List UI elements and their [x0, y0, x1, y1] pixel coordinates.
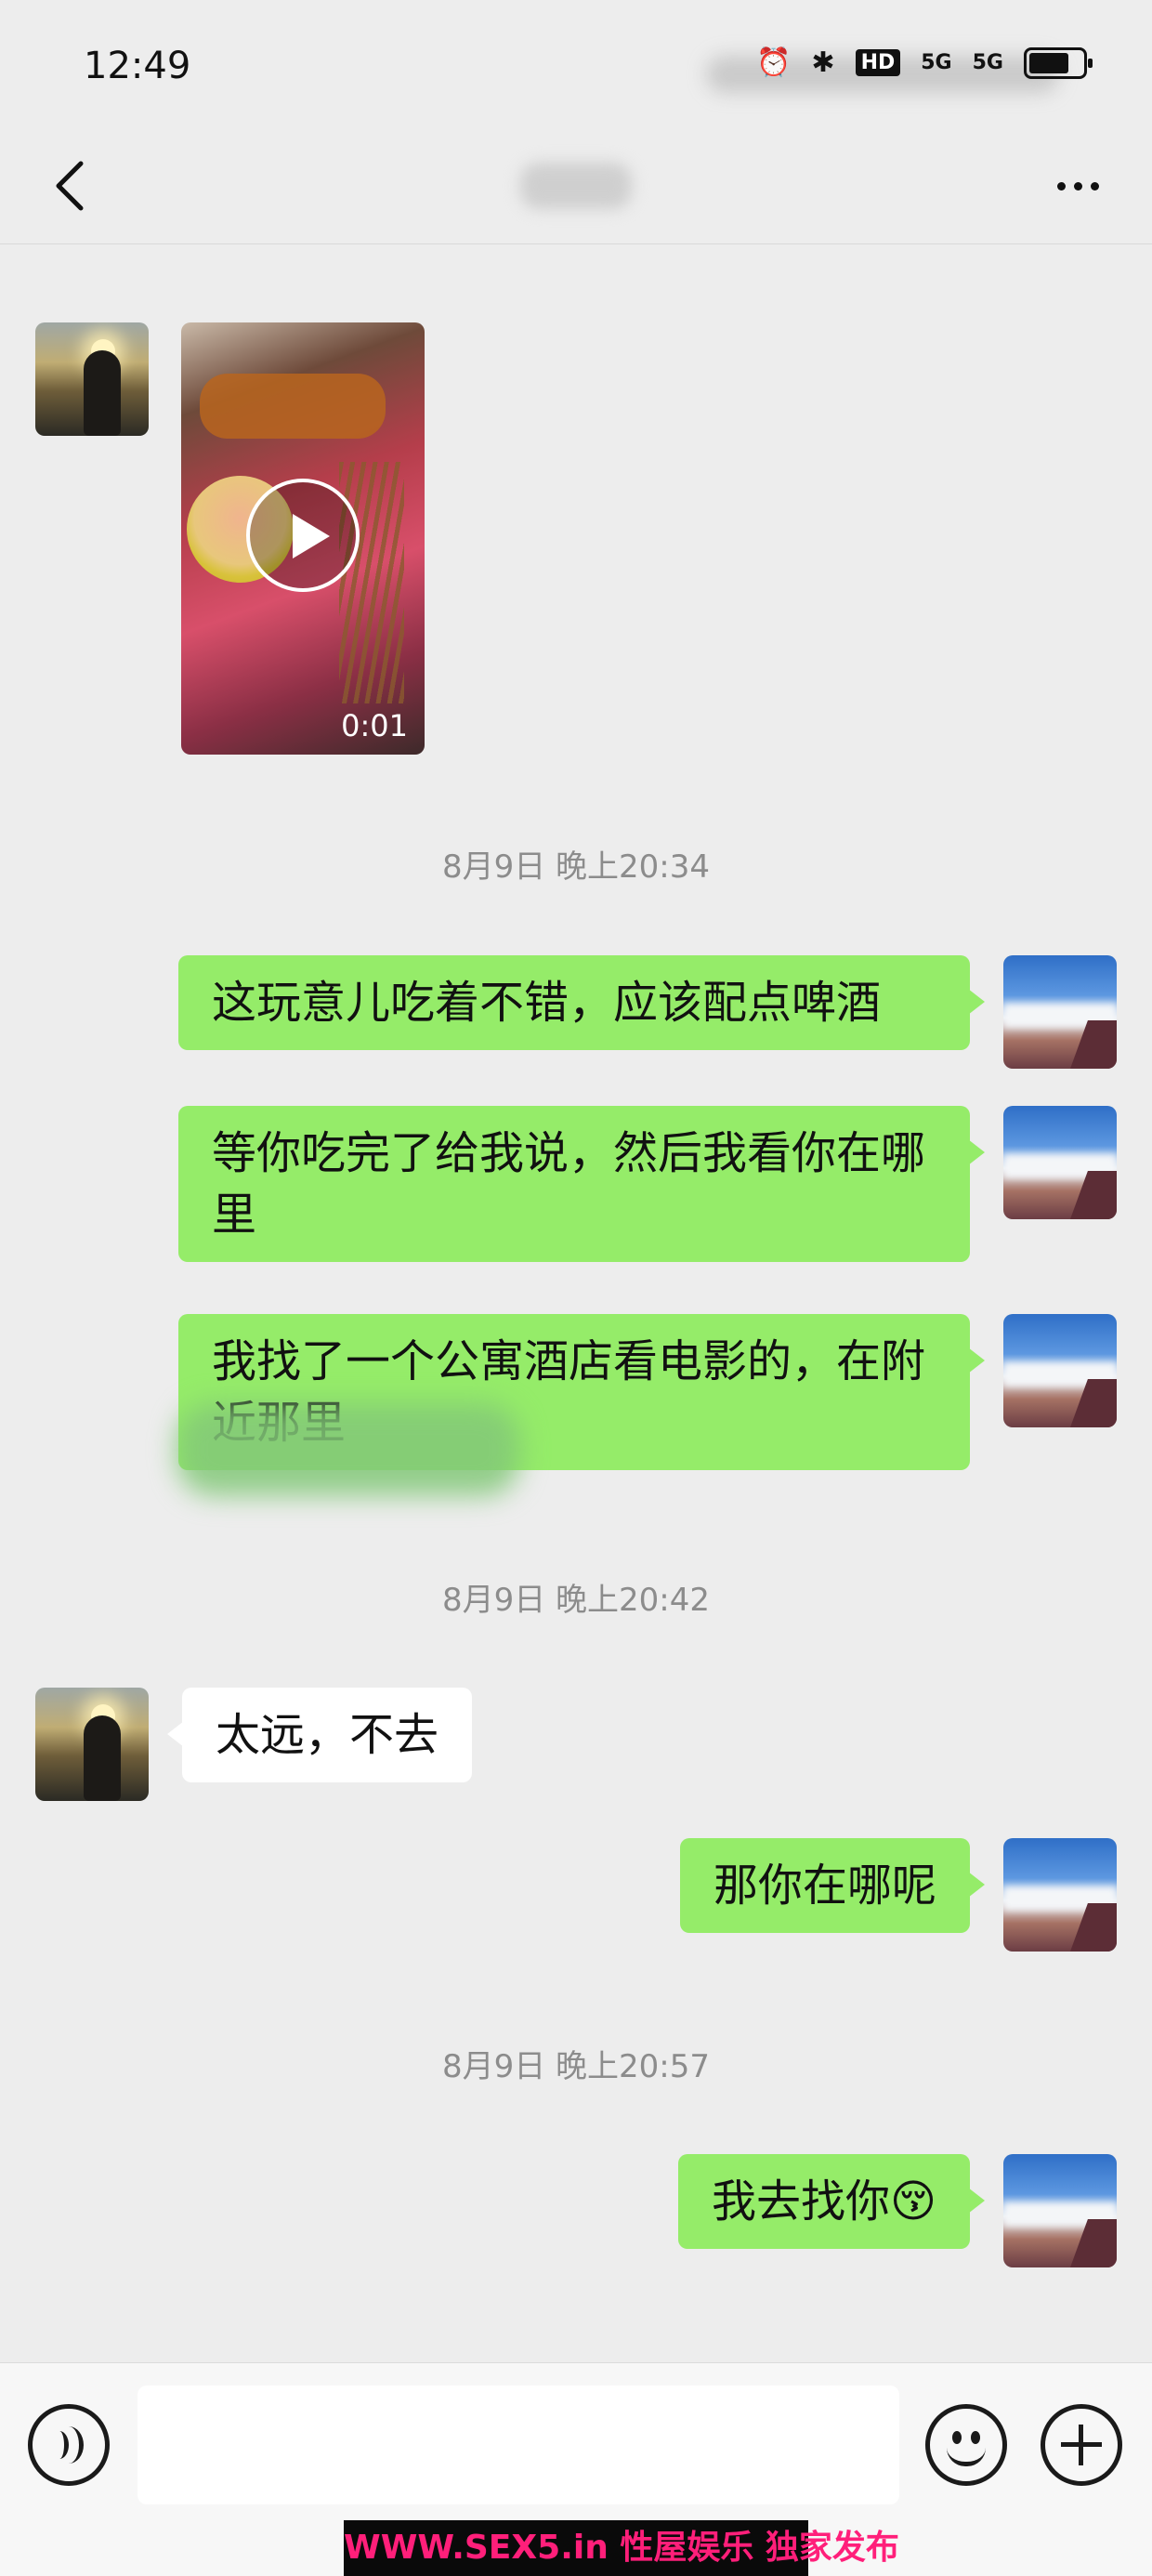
redacted-blur — [177, 1403, 520, 1496]
message-timestamp: 8月9日 晚上20:42 — [441, 1582, 711, 1619]
signal-5g-label-2: 5G — [972, 51, 1003, 74]
message-bubble-sent[interactable]: 我去找你😚 — [677, 2154, 986, 2249]
voice-arc-outer — [54, 2426, 84, 2464]
alarm-icon: ⏰ — [756, 46, 792, 79]
emoji-icon — [930, 2409, 1002, 2481]
avatar-self[interactable] — [1003, 1838, 1117, 1952]
status-icons: ⏰ ✱ HD 5G 5G — [756, 46, 1093, 79]
more-dot — [1073, 181, 1082, 191]
more-button[interactable] — [1041, 158, 1115, 214]
back-button[interactable] — [37, 139, 102, 232]
message-input[interactable] — [137, 2385, 899, 2504]
video-skewers — [339, 462, 404, 703]
signal-5g-label: 5G — [921, 51, 952, 74]
avatar-self[interactable] — [1003, 2154, 1117, 2267]
voice-icon — [50, 2426, 87, 2464]
status-time: 12:49 — [84, 45, 191, 87]
play-icon[interactable] — [246, 479, 360, 592]
avatar-self[interactable] — [1003, 1314, 1117, 1427]
chat-title-blurred — [520, 163, 632, 209]
message-bubble-received[interactable]: 太远，不去 — [166, 1688, 473, 1782]
avatar-silhouette — [84, 350, 121, 436]
video-message[interactable]: 0:01 — [181, 322, 425, 755]
avatar-silhouette — [84, 1715, 121, 1801]
more-dots-icon — [1056, 181, 1066, 191]
avatar-contact[interactable] — [35, 322, 149, 436]
message-bubble-sent[interactable]: 那你在哪呢 — [679, 1838, 986, 1933]
chevron-left-icon — [56, 161, 84, 211]
status-bar: 12:49 ⏰ ✱ HD 5G 5G — [0, 0, 1152, 139]
watermark-banner: WWW.SEX5.in 性屋娱乐 独家发布 — [344, 2520, 899, 2576]
voice-button[interactable] — [28, 2404, 110, 2486]
video-food — [200, 374, 386, 439]
hd-badge: HD — [855, 49, 901, 76]
message-timestamp: 8月9日 晚上20:34 — [441, 848, 711, 886]
more-dot — [1090, 181, 1099, 191]
more-functions-button[interactable] — [1041, 2404, 1122, 2486]
battery-level — [1029, 52, 1068, 73]
battery-icon — [1024, 46, 1093, 79]
message-bubble-sent[interactable]: 等你吃完了给我说，然后我看你在哪里 — [178, 1106, 985, 1262]
header-divider — [0, 243, 1152, 244]
avatar-self[interactable] — [1003, 955, 1117, 1069]
emoji-eye-right — [971, 2431, 980, 2444]
bluetooth-icon: ✱ — [811, 46, 835, 79]
chat-header — [0, 130, 1152, 242]
plus-icon — [1061, 2425, 1102, 2465]
message-timestamp: 8月9日 晚上20:57 — [441, 2048, 711, 2085]
emoji-eye-left — [952, 2431, 962, 2444]
avatar-self[interactable] — [1003, 1106, 1117, 1219]
message-bubble-sent[interactable]: 这玩意儿吃着不错，应该配点啤酒 — [178, 955, 985, 1050]
video-duration: 0:01 — [341, 708, 408, 743]
plus-v — [1079, 2425, 1083, 2465]
avatar-contact[interactable] — [35, 1688, 149, 1801]
emoji-mouth — [947, 2448, 986, 2466]
emoji-button[interactable] — [925, 2404, 1007, 2486]
